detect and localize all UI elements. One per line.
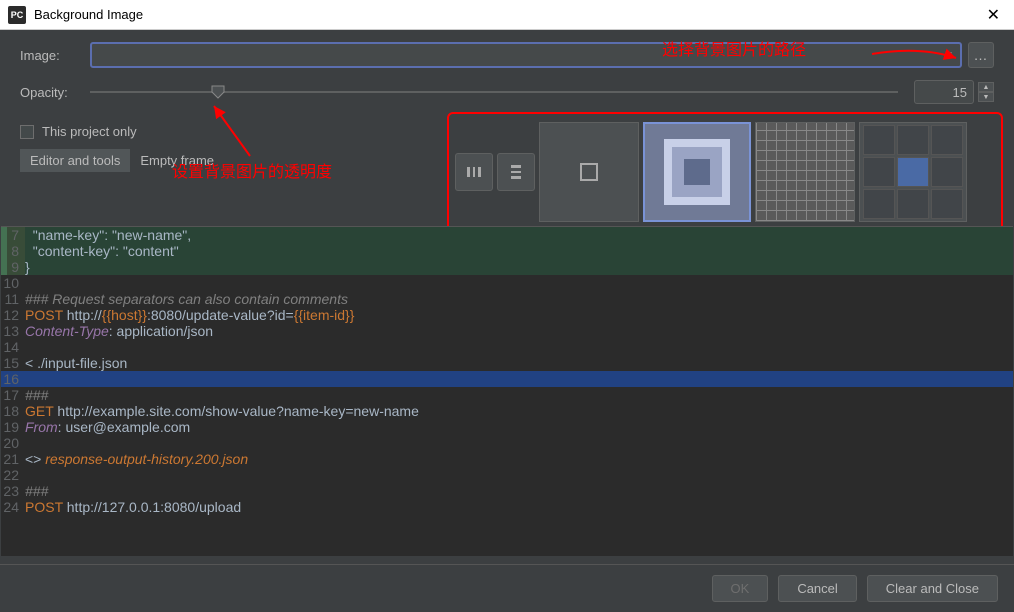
- code-line[interactable]: 11### Request separators can also contai…: [1, 291, 1013, 307]
- code-line[interactable]: 12POST http://{{host}}:8080/update-value…: [1, 307, 1013, 323]
- code-line[interactable]: 23###: [1, 483, 1013, 499]
- browse-button[interactable]: …: [968, 42, 994, 68]
- code-line[interactable]: 24POST http://127.0.0.1:8080/upload: [1, 499, 1013, 515]
- tab-empty-frame[interactable]: Empty frame: [130, 149, 224, 172]
- opacity-label: Opacity:: [20, 85, 90, 100]
- code-line[interactable]: 15< ./input-file.json: [1, 355, 1013, 371]
- code-line[interactable]: 16: [1, 371, 1013, 387]
- button-bar: OK Cancel Clear and Close: [0, 564, 1014, 612]
- project-only-label: This project only: [42, 124, 137, 139]
- opacity-stepper[interactable]: ▲ ▼: [978, 82, 994, 102]
- fill-plain-option[interactable]: [539, 122, 639, 222]
- code-line[interactable]: 18GET http://example.site.com/show-value…: [1, 403, 1013, 419]
- code-line[interactable]: 9}: [1, 259, 1013, 275]
- window-title: Background Image: [34, 7, 981, 22]
- tab-editor-tools[interactable]: Editor and tools: [20, 149, 130, 172]
- code-line[interactable]: 19From: user@example.com: [1, 419, 1013, 435]
- app-icon: PC: [8, 6, 26, 24]
- code-line[interactable]: 14: [1, 339, 1013, 355]
- code-line[interactable]: 10: [1, 275, 1013, 291]
- ok-button[interactable]: OK: [712, 575, 769, 602]
- flip-vertical-button[interactable]: [497, 153, 535, 191]
- image-label: Image:: [20, 48, 90, 63]
- title-bar: PC Background Image ✕: [0, 0, 1014, 30]
- code-line[interactable]: 20: [1, 435, 1013, 451]
- code-line[interactable]: 7 "name-key": "new-name",: [1, 227, 1013, 243]
- flip-horizontal-button[interactable]: [455, 153, 493, 191]
- code-line[interactable]: 8 "content-key": "content": [1, 243, 1013, 259]
- close-icon[interactable]: ✕: [981, 5, 1006, 25]
- code-editor[interactable]: 7 "name-key": "new-name",8 "content-key"…: [1, 226, 1013, 556]
- code-line[interactable]: 17###: [1, 387, 1013, 403]
- fill-scale-option[interactable]: [643, 122, 751, 222]
- opacity-value-field[interactable]: 15: [914, 80, 974, 104]
- cancel-button[interactable]: Cancel: [778, 575, 856, 602]
- slider-handle[interactable]: [210, 84, 226, 100]
- image-path-input[interactable]: ▼: [90, 42, 962, 68]
- fill-position-option[interactable]: [859, 122, 967, 222]
- code-line[interactable]: 21<> response-output-history.200.json: [1, 451, 1013, 467]
- background-options-panel: [447, 112, 1003, 232]
- fill-tile-option[interactable]: [755, 122, 855, 222]
- project-only-checkbox[interactable]: [20, 125, 34, 139]
- code-line[interactable]: 22: [1, 467, 1013, 483]
- stepper-up-icon[interactable]: ▲: [978, 82, 994, 92]
- clear-close-button[interactable]: Clear and Close: [867, 575, 998, 602]
- chevron-down-icon[interactable]: ▼: [944, 50, 954, 61]
- code-line[interactable]: 13Content-Type: application/json: [1, 323, 1013, 339]
- stepper-down-icon[interactable]: ▼: [978, 92, 994, 102]
- opacity-slider[interactable]: [90, 91, 898, 93]
